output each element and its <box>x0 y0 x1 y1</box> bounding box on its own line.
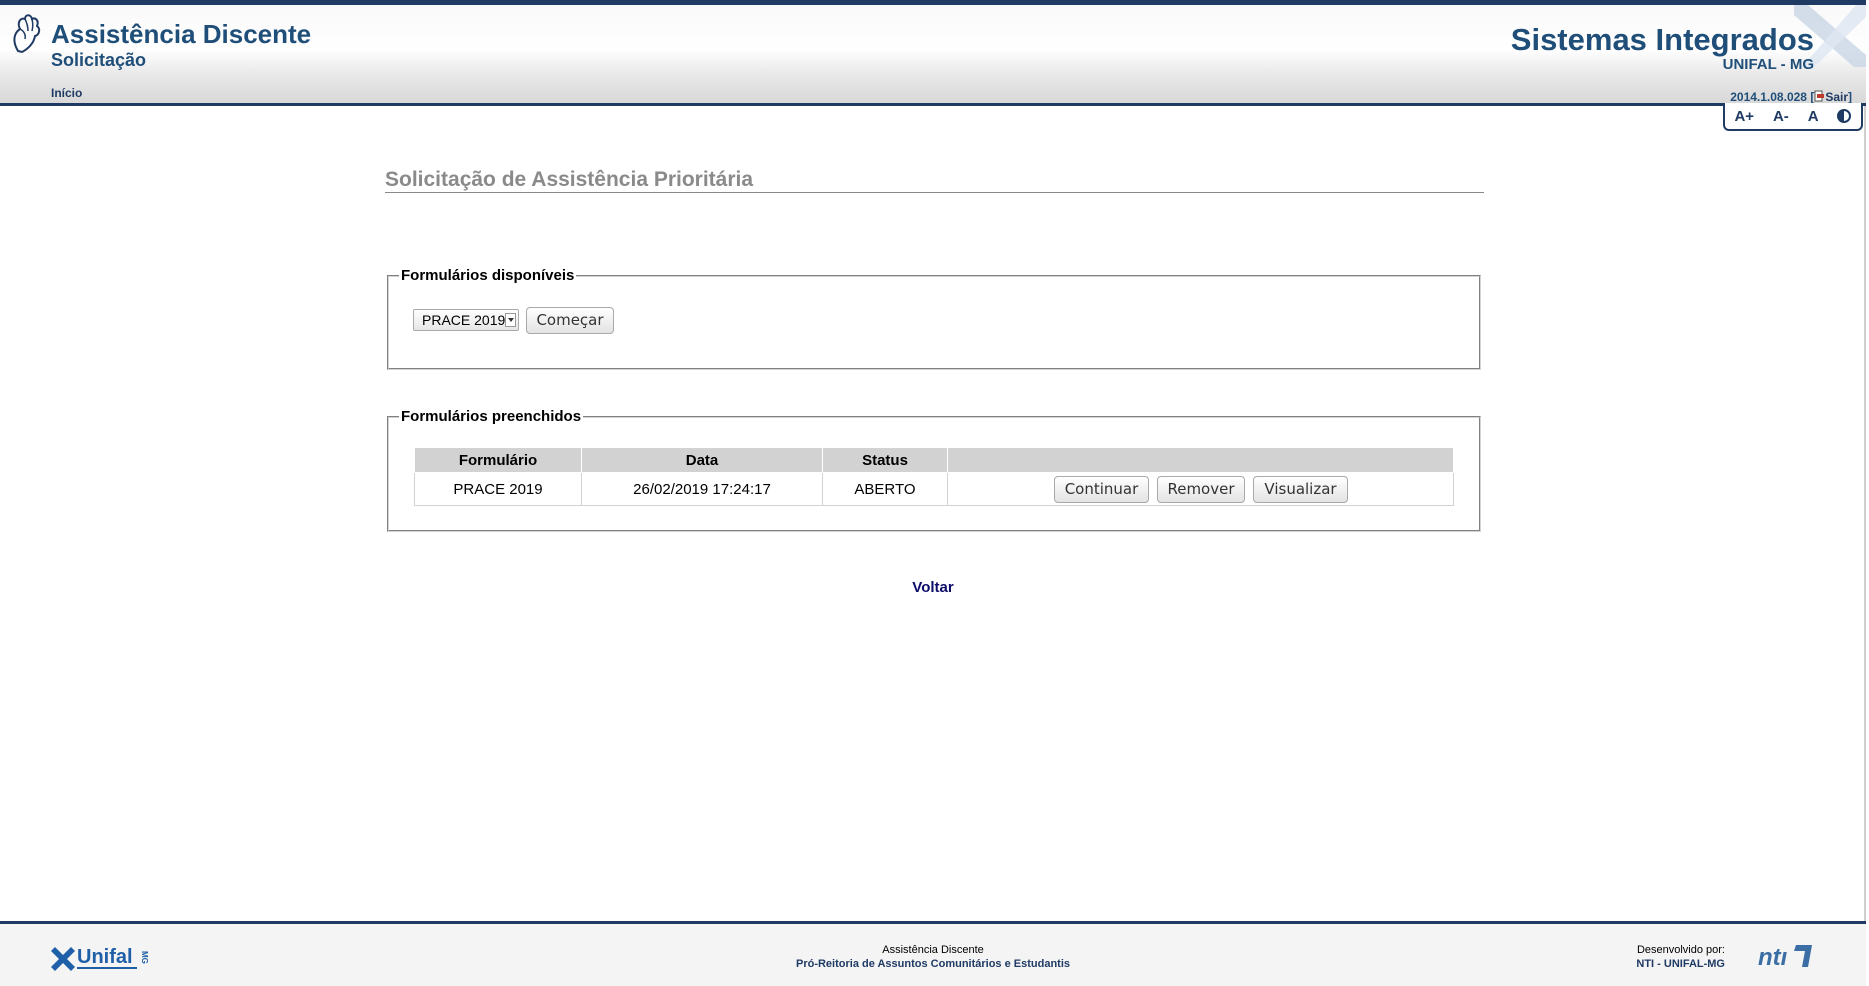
exit-icon[interactable] <box>1814 90 1825 102</box>
column-header-actions <box>947 447 1454 473</box>
footer-department: Pró-Reitoria de Assuntos Comunitários e … <box>795 958 1071 970</box>
reset-font-button[interactable]: A <box>1808 108 1819 125</box>
column-header-date: Data <box>581 447 823 473</box>
version-info: 2014.1.08.028 [Sair] <box>1730 90 1852 104</box>
system-title: Sistemas Integrados <box>1510 22 1814 57</box>
menu-home-link[interactable]: Início <box>51 86 82 100</box>
cell-date: 26/02/2019 17:24:17 <box>581 472 823 506</box>
logout-link[interactable]: Sair <box>1825 90 1848 104</box>
available-forms-legend: Formulários disponíveis <box>401 267 575 284</box>
filled-forms-legend: Formulários preenchidos <box>401 408 582 425</box>
decrease-font-button[interactable]: A- <box>1773 108 1789 125</box>
cell-form: PRACE 2019 <box>414 472 582 506</box>
column-header-status: Status <box>822 447 948 473</box>
accessibility-bar: A+ A- A <box>1723 103 1863 131</box>
table-row: PRACE 2019 26/02/2019 17:24:17 ABERTO Co… <box>414 472 1454 506</box>
increase-font-button[interactable]: A+ <box>1734 108 1754 125</box>
footer-developer: Desenvolvido por: NTI - UNIFAL-MG <box>1636 944 1725 970</box>
footer-system-name: Assistência Discente <box>882 944 984 956</box>
start-button[interactable]: Começar <box>526 307 614 334</box>
version-bracket-close: ] <box>1848 90 1852 104</box>
app-subtitle: Solicitação <box>51 50 147 70</box>
version-number: 2014.1.08.028 <box>1730 90 1807 104</box>
footer-dev-name: NTI - UNIFAL-MG <box>1636 958 1725 970</box>
table-header-row: Formulário Data Status <box>414 447 1454 473</box>
footer-center: Assistência Discente Pró-Reitoria de Ass… <box>0 944 1866 970</box>
form-select-value: PRACE 2019 <box>422 312 506 328</box>
cell-actions: Continuar Remover Visualizar <box>947 472 1454 506</box>
filled-forms-table: Formulário Data Status PRACE 2019 26/02/… <box>414 447 1454 506</box>
contrast-icon[interactable] <box>1837 109 1852 123</box>
footer-dev-label: Desenvolvido por: <box>1636 944 1725 956</box>
header: Assistência Discente Solicitação Início … <box>0 0 1866 106</box>
system-subtitle: UNIFAL - MG <box>1722 56 1814 73</box>
nti-logo: ntı <box>1758 944 1812 971</box>
remove-button[interactable]: Remover <box>1157 476 1245 503</box>
app-title: Assistência Discente <box>51 19 312 49</box>
column-header-form: Formulário <box>414 447 582 473</box>
footer: Unifal MG Assistência Discente Pró-Reito… <box>0 921 1866 986</box>
chevron-down-icon <box>505 313 516 327</box>
svg-text:ntı: ntı <box>1758 944 1788 971</box>
row-actions: Continuar Remover Visualizar <box>948 473 1453 505</box>
form-select[interactable]: PRACE 2019 <box>413 309 519 331</box>
continue-button[interactable]: Continuar <box>1054 476 1149 503</box>
back-link[interactable]: Voltar <box>0 579 1866 596</box>
view-button[interactable]: Visualizar <box>1253 476 1348 503</box>
hand-logo-icon <box>13 14 41 54</box>
page-title: Solicitação de Assistência Prioritária <box>385 168 1484 193</box>
cell-status: ABERTO <box>822 472 948 506</box>
